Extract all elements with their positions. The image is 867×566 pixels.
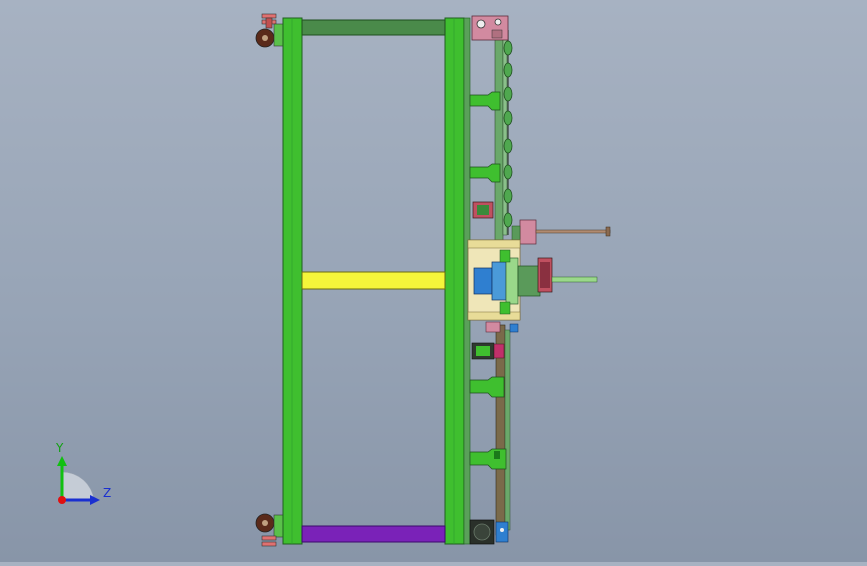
middle-beam — [301, 271, 446, 290]
left-post — [282, 17, 303, 545]
machine-frame-drawing — [255, 13, 611, 547]
caster-top — [255, 13, 285, 48]
z-axis-label: Z — [103, 486, 111, 500]
caster-bottom — [255, 513, 285, 547]
top-mount-plate — [471, 15, 509, 41]
upper-actuator — [511, 219, 611, 245]
side-rail — [494, 29, 504, 241]
rail-bracket-4 — [469, 448, 507, 470]
top-beam — [301, 19, 446, 36]
rail-bracket-2 — [469, 163, 501, 183]
cad-viewport[interactable]: Y Z — [0, 0, 867, 562]
y-axis-label: Y — [55, 441, 64, 455]
sensor-box-lower — [471, 342, 505, 360]
bottom-beam — [301, 525, 446, 543]
rail-bracket-1 — [469, 91, 501, 111]
x-axis-dot — [58, 496, 66, 504]
right-post — [444, 17, 465, 545]
rail-bracket-3 — [469, 376, 505, 398]
coordinate-triad: Y Z — [55, 441, 111, 505]
bottom-drive-box — [469, 519, 509, 545]
